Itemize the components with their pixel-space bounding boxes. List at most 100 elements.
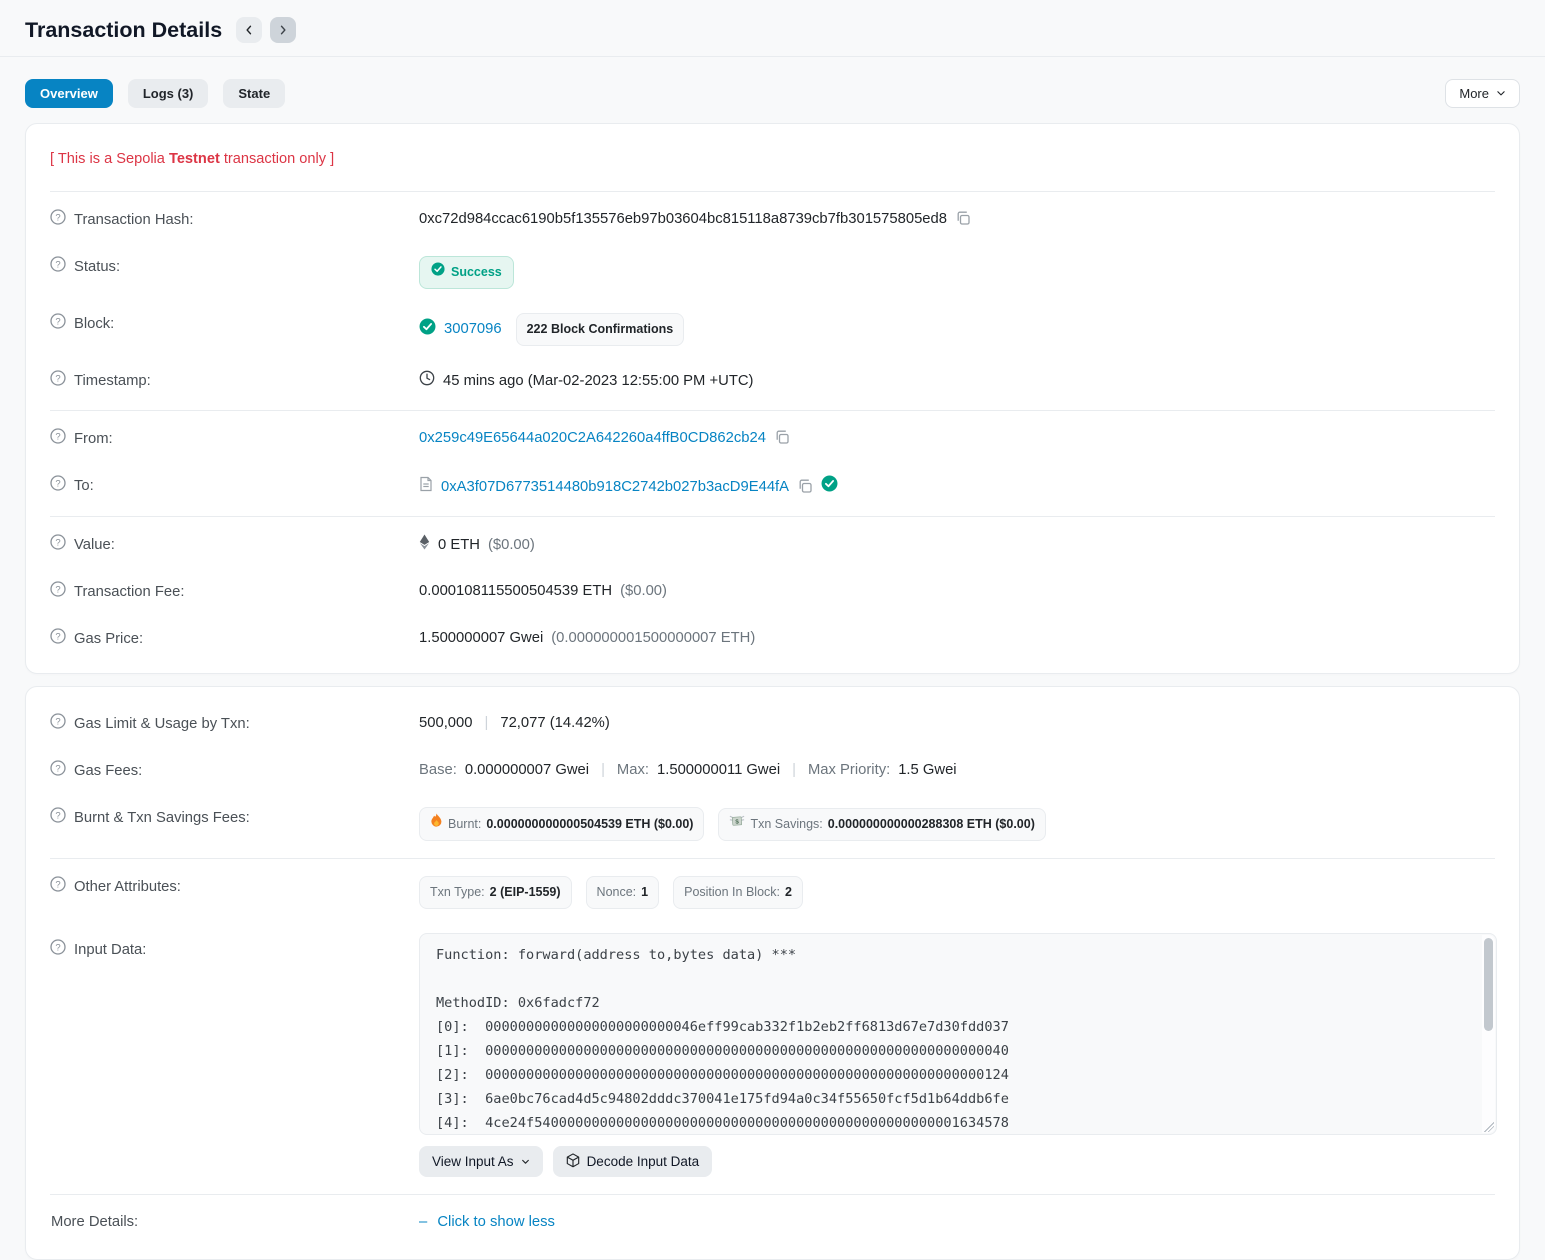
position-in-block-label: Position In Block: [684,882,780,903]
row-gas-limit: ? Gas Limit & Usage by Txn: 500,000 | 72… [50,697,1495,748]
question-circle-icon: ? [50,370,66,393]
input-data-scrollbar-thumb[interactable] [1484,938,1493,1031]
question-circle-icon: ? [50,534,66,557]
question-circle-icon: ? [50,760,66,783]
view-input-as-button[interactable]: View Input As [419,1146,543,1177]
more-details-label: More Details: [51,1212,138,1233]
question-circle-icon: ? [50,581,66,604]
txn-type-value: 2 (EIP-1559) [490,882,561,903]
copy-from-button[interactable] [774,429,790,448]
tab-bar: Overview Logs (3) State [25,79,285,108]
transaction-hash-label: Transaction Hash: [74,210,194,231]
testnet-warning: [ This is a Sepolia Testnet transaction … [50,134,1495,186]
max-priority-fee-label: Max Priority: [808,760,890,781]
svg-text:?: ? [55,537,60,548]
gas-price-eth: (0.000000001500000007 ETH) [551,628,755,649]
transaction-fee-label: Transaction Fee: [74,582,184,603]
svg-text:?: ? [55,259,60,270]
svg-text:?: ? [55,316,60,327]
chevron-right-icon [277,24,289,36]
transaction-details-page: Transaction Details Overview Logs (3) St… [0,0,1545,1260]
burnt-label: Burnt: [448,814,481,835]
status-label: Status: [74,257,120,278]
svg-text:?: ? [55,763,60,774]
gas-usage-value: 72,077 (14.42%) [500,713,609,734]
question-circle-icon: ? [50,209,66,232]
verified-check-icon [821,475,838,499]
question-circle-icon: ? [50,876,66,899]
page-header: Transaction Details [25,0,1520,56]
testnet-warning-prefix: [ This is a Sepolia [50,151,169,167]
row-value: ? Value: 0 ETH ($0.00) [50,522,1495,569]
details-card: ? Gas Limit & Usage by Txn: 500,000 | 72… [25,686,1520,1260]
decode-input-data-button[interactable]: Decode Input Data [553,1146,713,1177]
chevron-down-icon [521,1154,530,1169]
burnt-fees-label: Burnt & Txn Savings Fees: [74,808,250,829]
burnt-badge: Burnt: 0.000000000000504539 ETH ($0.00) [419,807,704,841]
question-circle-icon: ? [50,713,66,736]
from-address-link[interactable]: 0x259c49E65644a020C2A642260a4ffB0CD862cb… [419,428,766,449]
divider [50,1194,1495,1195]
svg-text:?: ? [55,478,60,489]
copy-hash-button[interactable] [955,210,971,229]
value-label: Value: [74,535,115,556]
gas-price-label: Gas Price: [74,629,143,650]
gas-price-amount: 1.500000007 Gwei [419,628,543,649]
nonce-value: 1 [641,882,648,903]
svg-text:?: ? [55,942,60,953]
block-confirmations-badge: 222 Block Confirmations [516,313,685,346]
svg-text:?: ? [55,212,60,223]
question-circle-icon: ? [50,475,66,498]
question-circle-icon: ? [50,313,66,336]
txn-savings-badge: $ Txn Savings: 0.000000000000288308 ETH … [718,808,1045,841]
row-gas-fees: ? Gas Fees: Base: 0.000000007 Gwei | Max… [50,748,1495,795]
row-to: ? To: 0xA3f07D6773514480b918C2742b027b3a… [50,463,1495,511]
row-transaction-fee: ? Transaction Fee: 0.000108115500504539 … [50,569,1495,616]
txn-type-badge: Txn Type: 2 (EIP-1559) [419,876,572,909]
more-button-label: More [1459,86,1489,101]
input-data-scrollbar[interactable] [1482,935,1495,1133]
transaction-hash-value: 0xc72d984ccac6190b5f135576eb97b03604bc81… [419,209,947,230]
question-circle-icon: ? [50,256,66,279]
status-badge: Success [419,256,514,289]
row-status: ? Status: Success [50,244,1495,301]
divider [50,516,1495,517]
row-timestamp: ? Timestamp: 45 mins ago (Mar-02-2023 12… [50,358,1495,405]
textarea-resize-grip[interactable] [1484,1122,1494,1132]
tab-overview[interactable]: Overview [25,79,113,108]
question-circle-icon: ? [50,939,66,962]
previous-transaction-button[interactable] [236,17,262,43]
divider [50,191,1495,192]
row-from: ? From: 0x259c49E65644a020C2A642260a4ffB… [50,416,1495,463]
svg-text:?: ? [55,373,60,384]
input-data-textarea[interactable]: Function: forward(address to,bytes data)… [419,933,1497,1135]
cube-icon [566,1153,580,1171]
pipe-separator: | [485,713,489,734]
show-less-link[interactable]: – Click to show less [419,1212,555,1233]
copy-icon [797,478,813,497]
check-circle-icon [431,262,445,283]
txn-savings-value: 0.000000000000288308 ETH ($0.00) [828,814,1035,835]
position-in-block-value: 2 [785,882,792,903]
copy-to-button[interactable] [797,478,813,497]
svg-text:?: ? [55,810,60,821]
other-attributes-label: Other Attributes: [74,877,181,898]
block-number-link[interactable]: 3007096 [444,319,502,340]
ethereum-icon [419,534,430,557]
row-gas-price: ? Gas Price: 1.500000007 Gwei (0.0000000… [50,616,1495,663]
row-more-details: More Details: – Click to show less [50,1200,1495,1249]
tab-logs[interactable]: Logs (3) [128,79,209,108]
to-address-link[interactable]: 0xA3f07D6773514480b918C2742b027b3acD9E44… [441,477,789,498]
flame-icon [430,813,443,835]
row-other-attributes: ? Other Attributes: Txn Type: 2 (EIP-155… [50,864,1495,921]
next-transaction-button[interactable] [270,17,296,43]
more-button[interactable]: More [1445,79,1520,108]
row-block: ? Block: 3007096 222 Block Confirmations [50,301,1495,358]
chevron-down-icon [1496,86,1506,101]
contract-file-icon [419,476,433,499]
divider [50,410,1495,411]
tab-state[interactable]: State [223,79,285,108]
txn-savings-label: Txn Savings: [750,814,822,835]
copy-icon [774,429,790,448]
minus-icon: – [419,1214,427,1230]
